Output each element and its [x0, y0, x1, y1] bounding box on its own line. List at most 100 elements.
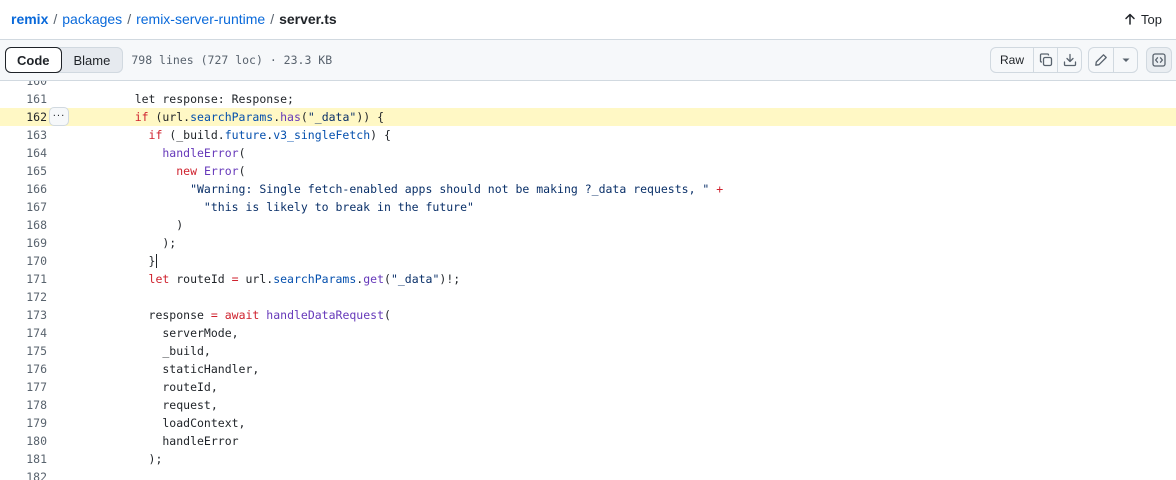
code-token: serverMode, [107, 326, 239, 340]
line-number[interactable]: 182 [0, 470, 47, 480]
line-number[interactable]: 174 [0, 326, 47, 340]
top-button[interactable]: Top [1124, 12, 1162, 27]
code-token: handleError [107, 146, 239, 160]
line-gutter [47, 144, 107, 162]
code-token: = [210, 308, 218, 322]
line-number[interactable]: 170 [0, 254, 47, 268]
line-gutter [47, 450, 107, 468]
copy-raw-button[interactable] [1033, 48, 1057, 72]
code-token: let response: Response; [107, 92, 294, 106]
line-number[interactable]: 172 [0, 290, 47, 304]
code-token: ( [384, 308, 391, 322]
line-gutter [47, 252, 107, 270]
line-gutter [47, 324, 107, 342]
line-gutter [47, 342, 107, 360]
code-view[interactable]: 160 161 let response: Response; 162 ··· if … [0, 81, 1176, 480]
code-line: 171 let routeId = url.searchParams.get("… [0, 270, 1176, 288]
line-code: "Warning: Single fetch-enabled apps shou… [107, 182, 723, 196]
line-number[interactable]: 176 [0, 362, 47, 376]
line-number[interactable]: 171 [0, 272, 47, 286]
line-number[interactable]: 180 [0, 434, 47, 448]
code-token: if [107, 128, 163, 142]
breadcrumb-packages-link[interactable]: packages [62, 11, 122, 27]
line-gutter [47, 180, 107, 198]
code-token: Error [203, 164, 239, 178]
code-line: 167 "this is likely to break in the futu… [0, 198, 1176, 216]
code-token: "Warning: Single fetch-enabled apps shou… [107, 182, 710, 196]
code-token: future [224, 128, 267, 142]
edit-options-button[interactable] [1113, 48, 1137, 72]
code-line: 160 [0, 81, 1176, 90]
line-number[interactable]: 177 [0, 380, 47, 394]
code-token: )!; [439, 272, 461, 286]
code-token: await [224, 308, 260, 322]
line-number[interactable]: 181 [0, 452, 47, 466]
line-number[interactable]: 169 [0, 236, 47, 250]
code-token: get [363, 272, 384, 286]
line-code: new Error( [107, 164, 246, 178]
code-token: v3_singleFetch [273, 128, 371, 142]
breadcrumb-folder-link[interactable]: remix-server-runtime [136, 11, 265, 27]
line-number[interactable]: 173 [0, 308, 47, 322]
line-code: routeId, [107, 380, 218, 394]
code-token: routeId, [107, 380, 218, 394]
download-raw-button[interactable] [1057, 48, 1081, 72]
symbols-panel-button[interactable] [1146, 47, 1172, 73]
code-token: } [107, 253, 156, 268]
file-toolbar: Code Blame 798 lines (727 loc) · 23.3 KB… [0, 39, 1176, 81]
code-token: url. [238, 272, 274, 286]
line-code: let routeId = url.searchParams.get("_dat… [107, 272, 461, 286]
line-code: ) [107, 218, 183, 232]
line-gutter [47, 468, 107, 480]
line-number[interactable]: 178 [0, 398, 47, 412]
line-number[interactable]: 167 [0, 200, 47, 214]
code-line: 173 response = await handleDataRequest( [0, 306, 1176, 324]
line-gutter [47, 126, 107, 144]
line-number[interactable]: 168 [0, 218, 47, 232]
line-gutter [47, 162, 107, 180]
breadcrumb-separator: / [53, 11, 58, 27]
line-code: ); [107, 236, 176, 250]
line-number[interactable]: 164 [0, 146, 47, 160]
code-line: 162 ··· if (url.searchParams.has("_data")… [0, 107, 1176, 126]
line-code: handleError [107, 434, 238, 448]
breadcrumb-repo-link[interactable]: remix [11, 11, 48, 27]
pencil-icon [1095, 54, 1107, 66]
file-info: 798 lines (727 loc) · 23.3 KB [131, 53, 333, 67]
line-gutter [47, 81, 107, 90]
code-token: "_data" [390, 272, 440, 286]
line-number[interactable]: 161 [0, 92, 47, 106]
edit-file-button[interactable] [1089, 48, 1113, 72]
line-number[interactable]: 162 [0, 110, 47, 124]
code-token: has [280, 110, 301, 124]
code-tab[interactable]: Code [5, 47, 62, 73]
line-number[interactable]: 179 [0, 416, 47, 430]
line-number[interactable]: 166 [0, 182, 47, 196]
line-code: request, [107, 398, 217, 412]
code-token: handleDataRequest [266, 308, 384, 322]
line-options-button[interactable]: ··· [49, 107, 69, 126]
line-gutter [47, 396, 107, 414]
code-line: 175 _build, [0, 342, 1176, 360]
code-token: ( [300, 110, 308, 124]
code-line: 170 } [0, 252, 1176, 270]
arrow-up-icon [1125, 13, 1135, 25]
line-code: } [107, 253, 158, 269]
blame-tab[interactable]: Blame [62, 48, 123, 72]
line-code: handleError( [107, 146, 245, 160]
line-code: if (url.searchParams.has("_data")) { [107, 110, 384, 124]
line-number[interactable]: 175 [0, 344, 47, 358]
code-token: ); [107, 452, 163, 466]
line-number[interactable]: 163 [0, 128, 47, 142]
line-code: _build, [107, 344, 210, 358]
line-code: let response: Response; [107, 92, 294, 106]
line-gutter [47, 288, 107, 306]
line-number[interactable]: 165 [0, 164, 47, 178]
code-line: 174 serverMode, [0, 324, 1176, 342]
code-token: ( [238, 164, 246, 178]
code-line: 172 [0, 288, 1176, 306]
line-number[interactable]: 160 [0, 81, 47, 88]
raw-button[interactable]: Raw [991, 48, 1033, 72]
